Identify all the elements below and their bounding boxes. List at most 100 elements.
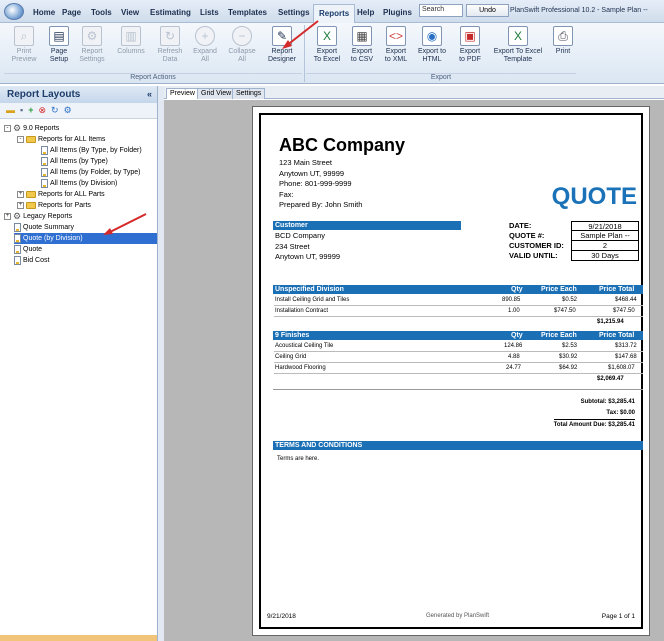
- report-settings-button[interactable]: ⚙ Report Settings: [74, 26, 110, 64]
- table-row: Hardwood Flooring 24.77 $64.92 $1,608.07: [274, 364, 643, 374]
- save-icon[interactable]: ▪: [20, 106, 23, 115]
- tab-grid-view[interactable]: Grid View: [197, 88, 236, 99]
- export-excel-template-button[interactable]: X Export To Excel Template: [490, 26, 546, 64]
- tab-report-settings[interactable]: Settings: [232, 88, 266, 99]
- col-price-each: Price Each: [541, 332, 577, 339]
- valid-until-value: 30 Days: [571, 251, 639, 261]
- tab-view[interactable]: View: [121, 8, 139, 17]
- division-name: 9 Finishes: [275, 332, 310, 339]
- tree-node-bid-cost[interactable]: Bid Cost: [14, 255, 49, 266]
- company-fax: Fax:: [279, 189, 294, 199]
- expand-toggle-icon[interactable]: +: [4, 213, 11, 220]
- report-doc-icon: [41, 157, 48, 166]
- tab-help[interactable]: Help: [357, 8, 374, 17]
- tab-estimating[interactable]: Estimating: [150, 8, 191, 17]
- columns-button[interactable]: ▥ Columns: [113, 26, 149, 56]
- export-pdf-button[interactable]: ▣ Export to PDF: [452, 26, 488, 64]
- customer-header: Customer: [273, 221, 461, 230]
- refresh-data-button[interactable]: ↻ Refresh Data: [152, 26, 188, 64]
- page-setup-icon: ▤: [49, 26, 69, 46]
- tab-plugins[interactable]: Plugins: [383, 8, 412, 17]
- report-designer-button[interactable]: ✎ Report Designer: [264, 26, 300, 64]
- page-setup-button[interactable]: ▤ Page Setup: [41, 26, 77, 64]
- collapse-label1: Collapse: [228, 48, 256, 55]
- panel-toolbar: ▬ ▪ + ⊗ ↻ ⚙: [0, 103, 157, 119]
- row-item: Hardwood Flooring: [275, 365, 326, 371]
- expand-toggle-icon[interactable]: +: [17, 191, 24, 198]
- quote-number-value: Sample Plan --: [571, 231, 639, 241]
- tree-node-quote[interactable]: Quote: [14, 244, 42, 255]
- tree-node-all-items-type-folder[interactable]: All Items (By Type, by Folder): [41, 145, 142, 156]
- row-each: $30.92: [559, 354, 578, 360]
- add-icon[interactable]: +: [28, 106, 33, 115]
- report-group-icon: ⚙: [13, 123, 22, 133]
- delete-icon[interactable]: ⊗: [38, 106, 46, 115]
- refresh-tree-icon[interactable]: ↻: [51, 106, 59, 115]
- collapse-toggle-icon[interactable]: -: [4, 125, 11, 132]
- quote-info-values: 9/21/2018 Sample Plan -- 2 30 Days: [571, 221, 639, 261]
- tree-node-quote-by-division[interactable]: Quote (by Division): [14, 233, 157, 244]
- col-price-total: Price Total: [599, 286, 635, 293]
- tab-preview[interactable]: Preview: [166, 88, 199, 99]
- app-menu-orb-icon[interactable]: [4, 3, 24, 20]
- tree-node-all-items-folder-type[interactable]: All Items (by Folder, by Type): [41, 167, 141, 178]
- tab-reports[interactable]: Reports: [313, 4, 356, 23]
- row-total: $747.50: [613, 308, 635, 314]
- tree-node-reports-all-parts[interactable]: + Reports for ALL Parts: [17, 189, 105, 200]
- tree-node-all-items-division[interactable]: All Items (by Division): [41, 178, 117, 189]
- search-input[interactable]: Search: [419, 4, 463, 17]
- app-title: PlanSwift Professional 10.2 - Sample Pla…: [510, 7, 648, 14]
- tree-node-label: All Items (by Folder, by Type): [50, 169, 141, 176]
- grand-subtotal: Subtotal: $3,285.41: [580, 399, 635, 405]
- row-item: Installation Contract: [275, 308, 329, 314]
- tree-node-legacy-reports[interactable]: + ⚙ Legacy Reports: [4, 211, 72, 222]
- tree-node-label: Reports for ALL Parts: [38, 191, 105, 198]
- tab-home[interactable]: Home: [33, 8, 55, 17]
- print-preview-button[interactable]: ⌕ Print Preview: [6, 26, 42, 64]
- export-csv-button[interactable]: ▦ Export to CSV: [344, 26, 380, 64]
- report-doc-icon: [14, 256, 21, 265]
- tab-tools[interactable]: Tools: [91, 8, 112, 17]
- tree-node-label: Legacy Reports: [23, 213, 73, 220]
- tab-page[interactable]: Page: [62, 8, 81, 17]
- page-setup-label1: Page: [50, 48, 68, 55]
- report-designer-icon: ✎: [272, 26, 292, 46]
- tree-node-quote-summary[interactable]: Quote Summary: [14, 222, 74, 233]
- table-row: Acoustical Ceiling Tile 124.86 $2.53 $31…: [274, 342, 643, 352]
- collapse-toggle-icon[interactable]: -: [17, 136, 24, 143]
- refresh-icon: ↻: [160, 26, 180, 46]
- xml-icon: <>: [386, 26, 406, 46]
- print-preview-icon: ⌕: [14, 26, 34, 46]
- print-button[interactable]: ⎙ Print: [545, 26, 581, 56]
- export-html-button[interactable]: ◉ Export to HTML: [414, 26, 450, 64]
- tab-lists[interactable]: Lists: [200, 8, 219, 17]
- open-folder-icon[interactable]: ▬: [6, 106, 15, 115]
- undo-button[interactable]: Undo: [466, 4, 509, 17]
- tab-templates[interactable]: Templates: [228, 8, 267, 17]
- folder-icon: [26, 136, 36, 143]
- company-address: 123 Main Street Anytown UT, 99999 Phone:…: [279, 158, 362, 211]
- row-item: Install Ceiling Grid and Tiles: [275, 297, 350, 303]
- export-xml-label1: Export: [385, 48, 407, 55]
- print-preview-label1: Print: [16, 48, 32, 55]
- tab-settings[interactable]: Settings: [278, 8, 310, 17]
- footer-generated: Generated by PlanSwift: [426, 613, 490, 619]
- tree-node-reports-all-items[interactable]: - Reports for ALL Items: [17, 134, 105, 145]
- collapse-all-button[interactable]: − Collapse All: [224, 26, 260, 64]
- division-header-finishes: 9 Finishes Qty Price Each Price Total: [273, 331, 643, 340]
- division-subtotal: $1,215.94: [597, 319, 624, 325]
- expand-toggle-icon[interactable]: +: [17, 202, 24, 209]
- excel-icon: X: [317, 26, 337, 46]
- quote-number-label: QUOTE #:: [509, 231, 545, 240]
- export-xml-button[interactable]: <> Export to XML: [378, 26, 414, 64]
- tree-node-all-items-type[interactable]: All Items (by Type): [41, 156, 108, 167]
- row-item: Acoustical Ceiling Tile: [275, 343, 334, 349]
- tree-node-reports-for-parts[interactable]: + Reports for Parts: [17, 200, 91, 211]
- tree-node-9-0-reports[interactable]: - ⚙ 9.0 Reports: [4, 123, 59, 134]
- export-excel-button[interactable]: X Export To Excel: [309, 26, 345, 64]
- expand-all-button[interactable]: + Expand All: [187, 26, 223, 64]
- excel-template-icon: X: [508, 26, 528, 46]
- settings-gear-icon[interactable]: ⚙: [64, 106, 72, 115]
- report-actions-group-label: Report Actions: [4, 73, 302, 83]
- collapse-panel-icon[interactable]: «: [147, 89, 152, 99]
